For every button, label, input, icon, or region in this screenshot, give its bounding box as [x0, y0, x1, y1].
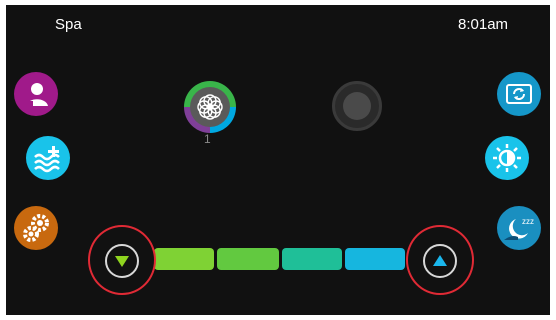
cycle-button[interactable] — [497, 72, 541, 116]
mode-label-1: 1 — [204, 132, 211, 146]
brightness-icon — [493, 144, 521, 172]
profile-icon — [25, 83, 48, 106]
page-title: Spa — [55, 16, 82, 33]
night-mode-button[interactable]: zzz — [497, 206, 541, 250]
water-temp-plus-button[interactable] — [26, 136, 70, 180]
clock-time: 8:01am — [458, 16, 509, 33]
color-mode-button-1[interactable] — [184, 81, 236, 133]
color-wheel-icon — [190, 87, 230, 127]
level-segment-1 — [154, 248, 214, 270]
level-segment-2 — [217, 248, 279, 270]
empty-mode-icon — [343, 92, 371, 120]
highlight-ring-decrease — [88, 225, 156, 295]
level-segment-4 — [345, 248, 405, 270]
night-mode-icon: zzz — [504, 217, 534, 240]
svg-text:zzz: zzz — [522, 217, 534, 226]
color-mode-button-2[interactable] — [332, 81, 382, 131]
settings-button[interactable] — [14, 206, 58, 250]
profile-button[interactable] — [14, 72, 58, 116]
gears-icon — [23, 214, 49, 242]
level-segment-3 — [282, 248, 342, 270]
highlight-ring-increase — [406, 225, 474, 295]
spa-screen: Spa 8:01am zzz 1 — [6, 5, 550, 315]
cycle-icon — [506, 84, 532, 104]
water-temp-plus-icon — [34, 146, 60, 173]
brightness-button[interactable] — [485, 136, 529, 180]
